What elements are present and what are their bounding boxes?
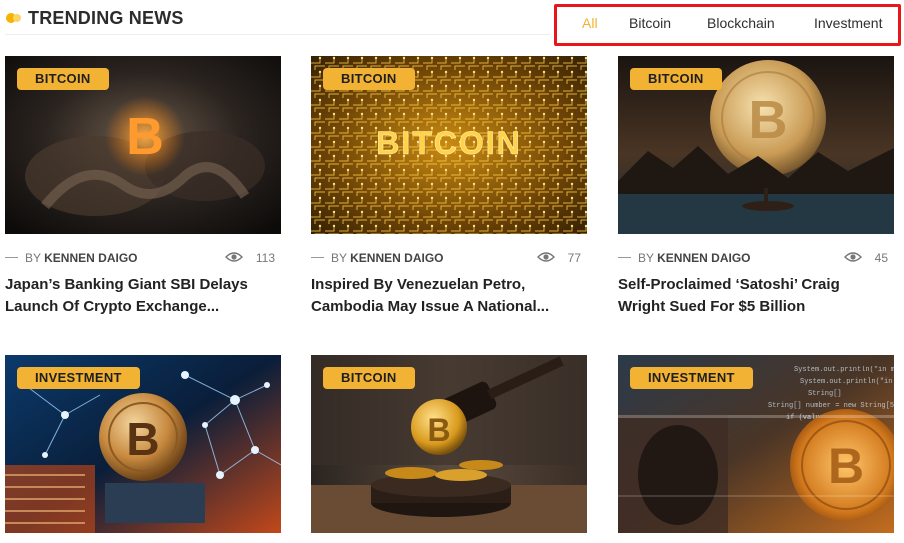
meta-dash	[311, 257, 324, 258]
tab-blockchain[interactable]: Blockchain	[707, 15, 775, 31]
meta-dash	[5, 257, 18, 258]
author-link[interactable]: KENNEN DAIGO	[350, 251, 443, 265]
eye-icon	[537, 252, 555, 262]
news-thumbnail[interactable]: BITCOIN BITCOIN	[311, 56, 587, 234]
post-title-line[interactable]: Inspired By Venezuelan Petro,	[311, 274, 587, 296]
bitcoin-word: BITCOIN	[376, 125, 522, 161]
news-card[interactable]: BITCOIN BITCOIN BY KENNEN DAIGO 77 Inspi…	[311, 56, 587, 315]
post-title[interactable]: Inspired By Venezuelan Petro, Cambodia M…	[311, 274, 587, 318]
svg-text:String[] number = new String[5: String[] number = new String[5];	[768, 402, 894, 410]
news-card[interactable]: B INVESTMENT	[5, 355, 281, 533]
bitcoin-symbol: B	[427, 412, 450, 448]
tab-all[interactable]: All	[582, 15, 598, 31]
news-card[interactable]: B BITCOIN BY KENNEN DAIGO 113 Japan’s Ba…	[5, 56, 281, 315]
post-title-line[interactable]: Japan’s Banking Giant SBI Delays	[5, 274, 281, 296]
tab-investment[interactable]: Investment	[814, 15, 882, 31]
bitcoin-symbol: B	[126, 108, 164, 166]
author-link[interactable]: KENNEN DAIGO	[657, 251, 750, 265]
view-count: 113	[255, 251, 275, 265]
section-bullet-icon	[6, 13, 21, 23]
post-title-line[interactable]: Self-Proclaimed ‘Satoshi’ Craig	[618, 274, 894, 296]
news-thumbnail[interactable]: B BITCOIN	[5, 56, 281, 234]
view-count: 45	[874, 251, 888, 265]
news-card[interactable]: System.out.println("in m System.out.prin…	[618, 355, 894, 533]
svg-text:B: B	[749, 90, 788, 150]
section-title: TRENDING NEWS	[28, 8, 184, 28]
post-title[interactable]: Japan’s Banking Giant SBI Delays Launch …	[5, 274, 281, 318]
post-meta: BY KENNEN DAIGO 45	[618, 250, 894, 266]
category-badge[interactable]: INVESTMENT	[630, 367, 753, 389]
header-divider	[5, 34, 550, 35]
post-meta: BY KENNEN DAIGO 113	[5, 250, 281, 266]
svg-text:String[]: String[]	[808, 390, 842, 398]
post-meta: BY KENNEN DAIGO 77	[311, 250, 587, 266]
news-thumbnail[interactable]: System.out.println("in m System.out.prin…	[618, 355, 894, 533]
svg-text:System.out.println("in: System.out.println("in	[800, 378, 892, 386]
eye-icon	[844, 252, 862, 262]
view-count: 77	[567, 251, 581, 265]
author-link[interactable]: KENNEN DAIGO	[44, 251, 137, 265]
news-thumbnail[interactable]: B INVESTMENT	[5, 355, 281, 533]
by-label: BY	[25, 251, 41, 265]
category-badge[interactable]: INVESTMENT	[17, 367, 140, 389]
news-thumbnail[interactable]: B BITCOIN	[311, 355, 587, 533]
post-title-line[interactable]: Wright Sued For $5 Billion	[618, 296, 894, 318]
category-badge[interactable]: BITCOIN	[630, 68, 722, 90]
news-thumbnail[interactable]: B BITCOIN	[618, 56, 894, 234]
category-tabs: All Bitcoin Blockchain Investment	[554, 4, 901, 46]
news-card[interactable]: B BITCOIN BY KENNEN DAIGO 45 Self-Procla…	[618, 56, 894, 315]
eye-icon	[225, 252, 243, 262]
category-badge[interactable]: BITCOIN	[17, 68, 109, 90]
tab-bitcoin[interactable]: Bitcoin	[629, 15, 671, 31]
post-title-line[interactable]: Launch Of Crypto Exchange...	[5, 296, 281, 318]
category-badge[interactable]: BITCOIN	[323, 367, 415, 389]
meta-dash	[618, 257, 631, 258]
svg-text:B: B	[828, 438, 864, 494]
by-label: BY	[638, 251, 654, 265]
svg-text:System.out.println("in m: System.out.println("in m	[794, 366, 894, 374]
post-title[interactable]: Self-Proclaimed ‘Satoshi’ Craig Wright S…	[618, 274, 894, 318]
post-title-line[interactable]: Cambodia May Issue A National...	[311, 296, 587, 318]
category-badge[interactable]: BITCOIN	[323, 68, 415, 90]
news-card[interactable]: B BITCOIN	[311, 355, 587, 533]
bitcoin-symbol: B	[126, 413, 159, 465]
by-label: BY	[331, 251, 347, 265]
